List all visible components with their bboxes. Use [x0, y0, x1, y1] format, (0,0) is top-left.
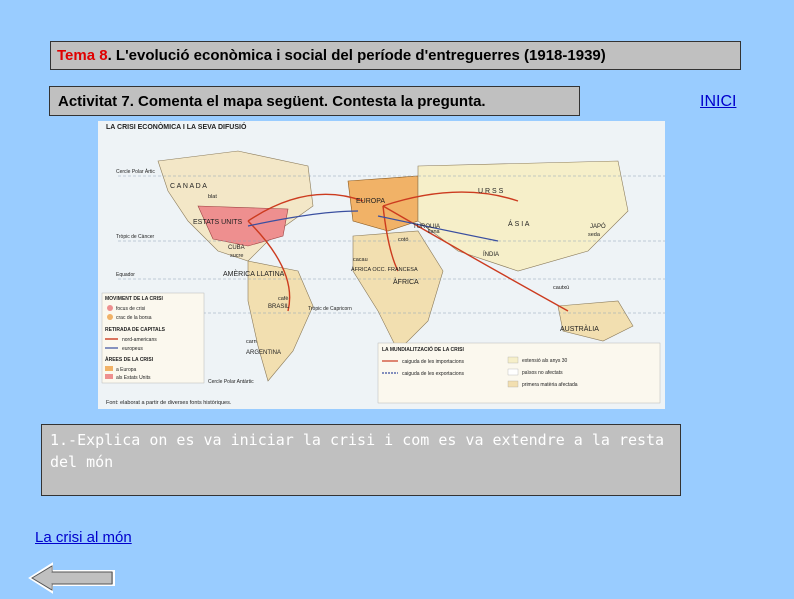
geo-cercle-polar-artic: Cercle Polar Àrtic: [116, 168, 155, 175]
tema-label: Tema 8: [57, 47, 108, 64]
legend-left-item3: nord-americans: [122, 337, 157, 343]
geo-equador: Equador: [116, 272, 135, 278]
product-sucre: sucre: [230, 253, 243, 259]
crisis-map: LA CRISI ECONÒMICA I LA SEVA DIFUSIÓ C A…: [98, 121, 665, 409]
region-america-llatina: AMÈRICA LLATINA: [223, 269, 285, 278]
map-title: LA CRISI ECONÒMICA I LA SEVA DIFUSIÓ: [106, 122, 247, 131]
page-title: Tema 8. L'evolució econòmica i social de…: [50, 41, 741, 70]
legend-left-item4: europeus: [122, 346, 143, 352]
product-cafe: cafè: [278, 296, 288, 302]
legend-right: LA MUNDIALITZACIÓ DE LA CRISI caiguda de…: [377, 342, 661, 404]
region-asia: Á S I A: [508, 219, 530, 228]
region-argentina: ARGENTINA: [246, 350, 281, 356]
region-urss: U R S S: [478, 188, 504, 195]
region-canada: C A N A D A: [170, 183, 207, 190]
legend-right-title: LA MUNDIALITZACIÓ DE LA CRISI: [382, 345, 464, 353]
geo-cercle-polar-antartic: Cercle Polar Antàrtic: [208, 379, 254, 385]
geo-tropic-capricorn: Tròpic de Capricorn: [308, 306, 352, 312]
legend-right-item4: països no afectats: [522, 370, 563, 376]
region-brasil: BRASIL: [268, 304, 290, 310]
map-source: Font: elaborat a partir de diverses font…: [106, 400, 232, 406]
product-cacau: cacau: [353, 257, 368, 263]
product-carn: carn: [246, 339, 257, 345]
product-coto: cotó: [398, 237, 408, 243]
legend-right-item3: extensió als anys 30: [522, 358, 568, 364]
legend-left-title3: ÀREES DE LA CRISI: [105, 356, 154, 363]
title-text: . L'evolució econòmica i social del perí…: [107, 47, 606, 64]
geo-tropic-cancer: Tròpic de Càncer: [116, 234, 154, 240]
region-india: ÍNDIA: [483, 251, 499, 258]
legend-left: MOVIMENT DE LA CRISI focus de crisi crac…: [101, 292, 205, 384]
back-button[interactable]: [28, 562, 116, 594]
legend-left-item1: focus de crisi: [116, 306, 145, 312]
legend-right-item1: caiguda de les importacions: [402, 359, 464, 365]
region-usa: ESTATS UNITS: [193, 219, 242, 226]
la-crisi-al-mon-link[interactable]: La crisi al món: [35, 529, 132, 546]
inici-link[interactable]: INICI: [700, 93, 736, 111]
legend-left-title1: MOVIMENT DE LA CRISI: [105, 296, 163, 302]
legend-right-item2: caiguda de les exportacions: [402, 371, 464, 377]
product-llana: llana: [428, 229, 441, 235]
region-australia: AUSTRÀLIA: [560, 324, 599, 333]
legend-left-item6: als Estats Units: [116, 375, 151, 381]
legend-left-item2: crac de la borsa: [116, 315, 152, 321]
product-seda: seda: [588, 232, 601, 238]
product-blat: blat: [208, 194, 217, 200]
region-africa: ÀFRICA: [393, 277, 419, 286]
region-europa: EUROPA: [356, 198, 385, 205]
world-map-image: LA CRISI ECONÒMICA I LA SEVA DIFUSIÓ C A…: [98, 121, 665, 409]
legend-right-item5: primera matèria afectada: [522, 382, 578, 388]
left-arrow-icon: [28, 562, 115, 594]
legend-left-title2: RETIRADA DE CAPITALS: [105, 327, 166, 333]
region-africa-occ: ÀFRICA OCC. FRANCESA: [351, 266, 418, 273]
region-japo: JAPÓ: [590, 223, 606, 230]
legend-left-item5: a Europa: [116, 367, 137, 373]
activity-title: Activitat 7. Comenta el mapa següent. Co…: [49, 86, 580, 116]
product-cautxu: cautxú: [553, 285, 569, 291]
region-cuba: CUBA: [228, 245, 245, 251]
question-box: 1.-Explica on es va iniciar la crisi i c…: [41, 424, 681, 496]
